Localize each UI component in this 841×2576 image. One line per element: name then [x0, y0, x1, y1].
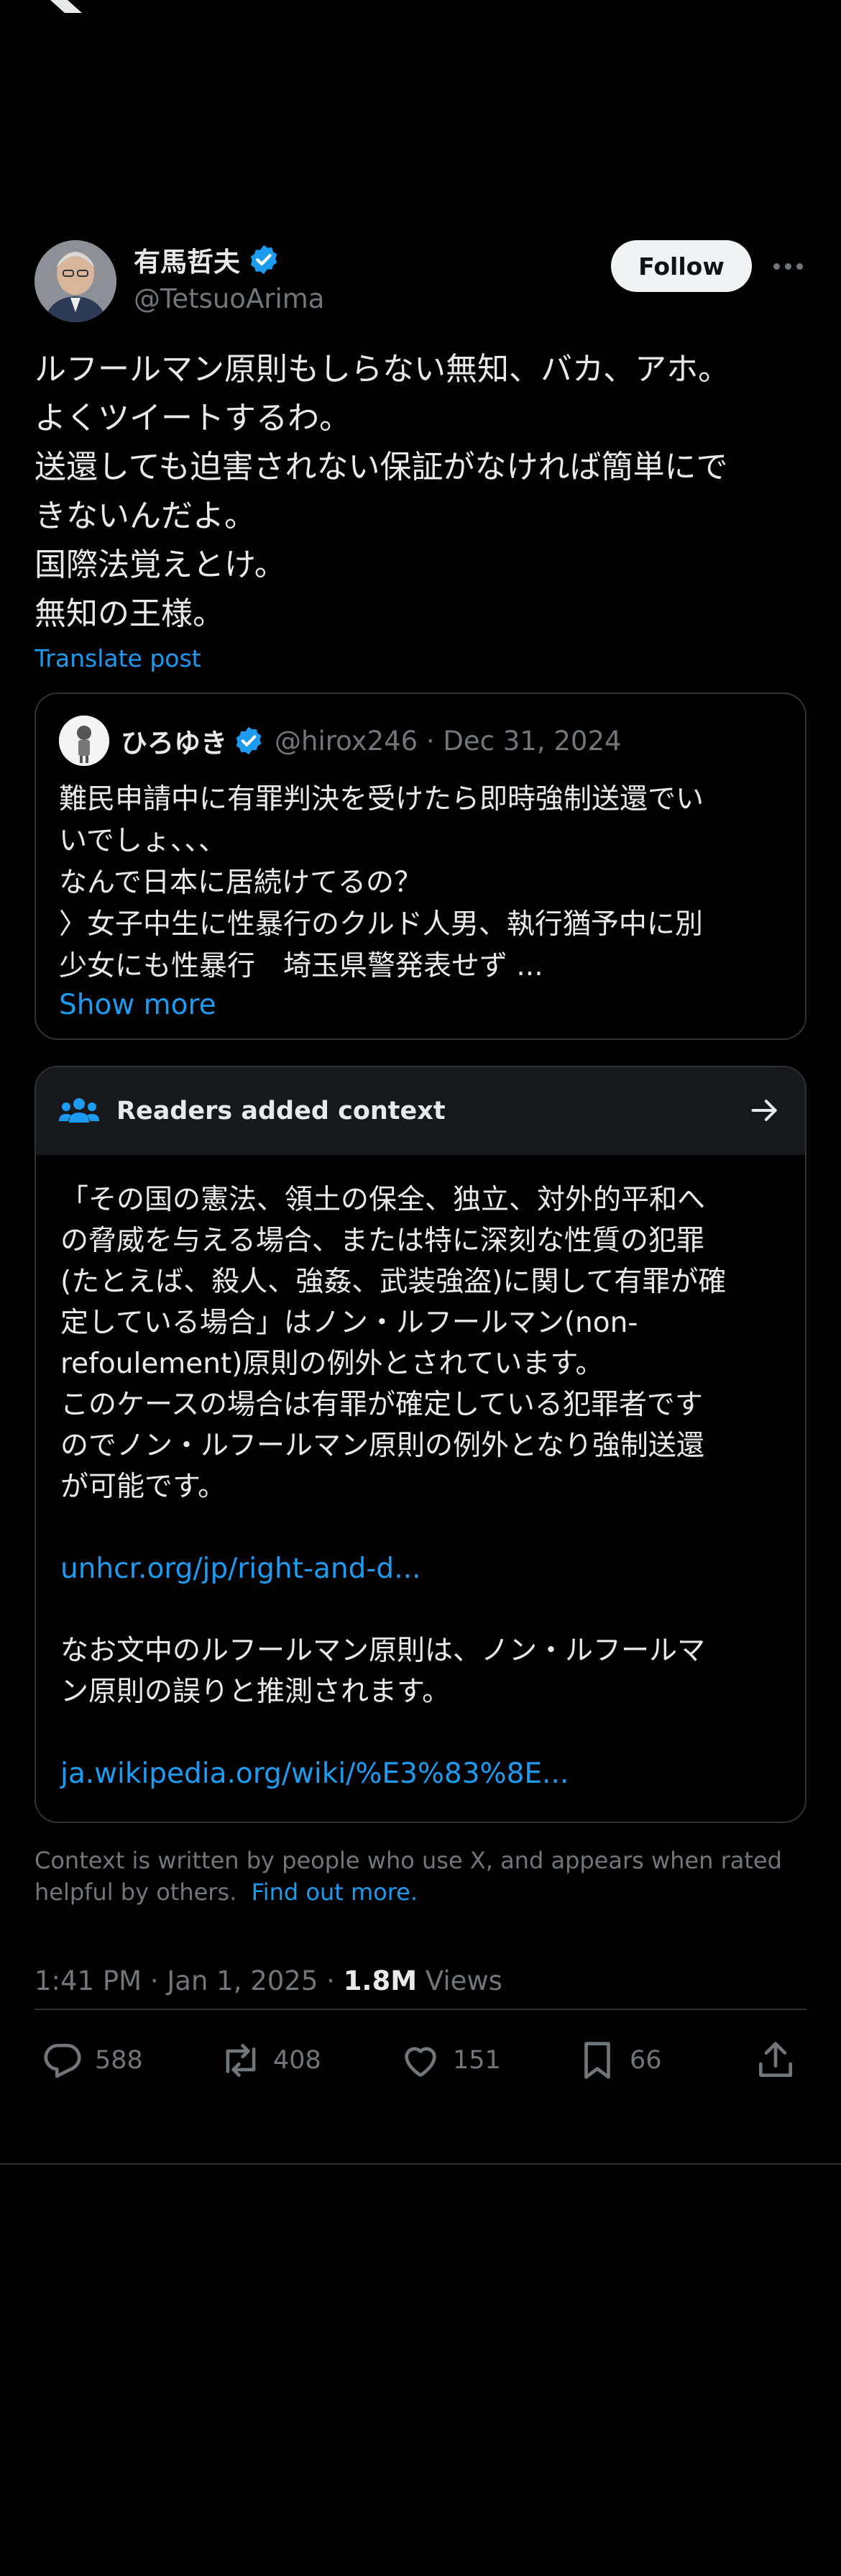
post-body: ルフールマン原則もしらない無知、バカ、アホ。 よくツイートするわ。 送還しても迫…	[35, 345, 806, 639]
share-icon	[759, 2042, 792, 2077]
post: 有馬哲夫 @TetsuoArima Follow ルフールマン原則もしらない無知…	[35, 237, 806, 2111]
community-note-body: 「その国の憲法、領土の保全、独立、対外的平和へ の脅威を与える場合、または特に深…	[36, 1155, 805, 1822]
post-line: きないんだよ。	[35, 498, 256, 534]
post-header: 有馬哲夫 @TetsuoArima Follow	[35, 237, 806, 324]
reply-icon	[44, 2044, 81, 2078]
verified-badge-icon	[236, 726, 262, 755]
repost-count: 408	[273, 2046, 321, 2075]
quote-text: 難民申請中に有罪判決を受けたら即時強制送還でい いでしょ、、、 なんで日本に居続…	[59, 779, 782, 987]
timestamp[interactable]: 1:41 PM · Jan 1, 2025 ·	[35, 1965, 344, 1996]
heart-icon	[405, 2047, 436, 2077]
note-line: なお文中のルフールマン原則は、ノン・ルフールマ	[60, 1635, 706, 1667]
note-line: (たとえば、殺人、強姦、武装強盗)に関して有罪が確	[60, 1266, 727, 1298]
note-line: のでノン・ルフールマン原則の例外となり強制送還	[60, 1430, 704, 1462]
quote-line: 〉女子中生に性暴行のクルド人男、執行猶予中に別	[59, 908, 703, 941]
note-source-link[interactable]: unhcr.org/jp/right-and-d...	[60, 1548, 781, 1589]
post-line: 送還しても迫害されない保証がなければ簡単にで	[35, 449, 728, 485]
community-note-header[interactable]: Readers added context	[36, 1067, 805, 1155]
quoted-post[interactable]: ひろゆき @hirox246 · Dec 31, 2024 難民申請中に有罪判決…	[35, 693, 806, 1040]
community-note: Readers added context 「その国の憲法、領土の保全、独立、対…	[35, 1066, 806, 1823]
community-note-title: Readers added context	[116, 1097, 446, 1125]
bookmark-count: 66	[630, 2046, 662, 2075]
action-bar: 588 408 151 66	[35, 2010, 806, 2111]
reply-count: 588	[95, 2046, 143, 2075]
note-line: refoulement)原則の例外とされています。	[60, 1348, 604, 1380]
post-line: よくツイートするわ。	[35, 400, 351, 437]
post-line: ルフールマン原則もしらない無知、バカ、アホ。	[35, 351, 730, 388]
author-handle[interactable]: @TetsuoArima	[134, 283, 324, 314]
post-meta: 1:41 PM · Jan 1, 2025 · 1.8M Views	[35, 1965, 806, 2009]
divider	[0, 2163, 841, 2165]
disclaimer-line: Context is written by people who use X, …	[35, 1847, 782, 1874]
repost-icon	[226, 2044, 256, 2077]
post-line: 無知の王様。	[35, 595, 224, 632]
avatar[interactable]	[35, 240, 116, 322]
note-line: 定している場合」はノン・ルフールマン(non-	[60, 1307, 638, 1339]
like-count: 151	[453, 2046, 501, 2075]
bookmark-button[interactable]: 66	[575, 2037, 662, 2083]
views-label: Views	[417, 1965, 502, 1996]
quote-line: なんで日本に居続けてるの？	[59, 867, 423, 899]
translate-post-link[interactable]: Translate post	[35, 644, 806, 672]
more-options-icon[interactable]	[769, 245, 806, 288]
share-button[interactable]	[753, 2037, 798, 2083]
note-disclaimer: Context is written by people who use X, …	[35, 1845, 806, 1908]
views-count: 1.8M	[343, 1965, 418, 1996]
like-button[interactable]: 151	[398, 2037, 501, 2083]
note-line: が可能です。	[60, 1471, 226, 1503]
quote-line: 難民申請中に有罪判決を受けたら即時強制送還でい	[59, 783, 704, 816]
arrow-right-icon[interactable]	[749, 1095, 781, 1126]
disclaimer-line: helpful by others.	[35, 1878, 237, 1906]
note-line: ン原則の誤りと推測されます。	[60, 1676, 451, 1708]
quote-author-name: ひろゆき	[121, 728, 227, 759]
find-out-more-link[interactable]: Find out more.	[252, 1878, 418, 1906]
quote-handle-date: @hirox246 · Dec 31, 2024	[275, 725, 622, 757]
x-logo-icon[interactable]	[33, 0, 85, 13]
repost-button[interactable]: 408	[219, 2037, 321, 2083]
note-line: このケースの場合は有罪が確定している犯罪者です	[60, 1389, 703, 1421]
show-more-link[interactable]: Show more	[59, 989, 782, 1021]
quote-avatar	[59, 716, 109, 766]
bookmark-icon	[584, 2042, 610, 2079]
reply-button[interactable]: 588	[40, 2037, 143, 2083]
verified-badge-icon	[250, 245, 277, 275]
author-name[interactable]: 有馬哲夫	[134, 240, 240, 279]
note-line: 「その国の憲法、領土の保全、独立、対外的平和へ	[60, 1184, 706, 1216]
quote-line: 少女にも性暴行 埼玉県警発表せず ...	[59, 950, 543, 982]
quote-line: いでしょ、、、	[59, 825, 226, 857]
post-line: 国際法覚えとけ。	[35, 547, 286, 583]
follow-button[interactable]: Follow	[611, 240, 752, 292]
note-source-link[interactable]: ja.wikipedia.org/wiki/%E3%83%8E...	[60, 1753, 781, 1794]
note-line: の脅威を与える場合、または特に深刻な性質の犯罪	[60, 1225, 704, 1257]
people-icon	[59, 1098, 99, 1123]
